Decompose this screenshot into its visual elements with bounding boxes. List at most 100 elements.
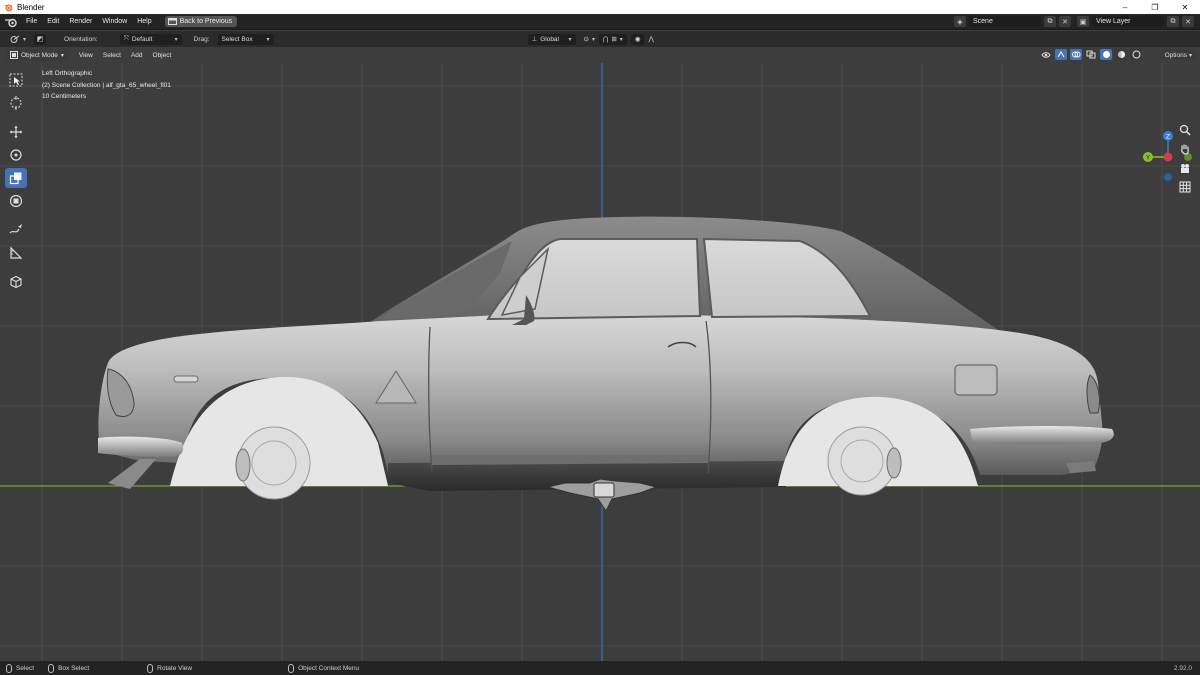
blender-menu-icon[interactable]	[4, 16, 18, 28]
xray-toggle-icon[interactable]	[1085, 49, 1097, 60]
proportional-edit-icon: ◉	[634, 36, 641, 43]
3d-viewport[interactable]: Left Orthographic (2) Scene Collection |…	[0, 63, 1200, 661]
zoom-icon[interactable]	[1178, 123, 1192, 137]
status-select: Select	[6, 663, 35, 673]
close-button[interactable]: ✕	[1170, 0, 1200, 14]
top-menu-bar: File Edit Render Window Help Back to Pre…	[0, 14, 1200, 30]
rear-wheel-disc	[827, 426, 897, 496]
differential-part	[593, 482, 615, 498]
status-context-menu: Object Context Menu	[288, 663, 360, 673]
perspective-grid-icon[interactable]	[1178, 180, 1192, 194]
window-title: Blender	[17, 2, 45, 12]
orientation-value: Default	[131, 35, 153, 43]
select-box-tool[interactable]	[5, 70, 27, 90]
material-shading-icon[interactable]	[1115, 49, 1127, 60]
view-layer-icon[interactable]: ▣	[1077, 16, 1089, 27]
screen-icon	[167, 18, 177, 25]
viewport-info-overlay: Left Orthographic (2) Scene Collection |…	[42, 68, 171, 103]
scene-icon[interactable]: ◈	[954, 16, 966, 27]
viewport-shading-controls	[1040, 49, 1142, 60]
menu-add[interactable]: Add	[126, 52, 148, 59]
options-label: Options	[1164, 51, 1187, 59]
back-to-previous-button[interactable]: Back to Previous	[164, 16, 238, 27]
cursor-select-icon	[9, 73, 23, 87]
transform-orientation-value: Global	[540, 35, 559, 43]
menu-view[interactable]: View	[74, 52, 98, 59]
gizmo-neg-z-ball[interactable]	[1164, 173, 1172, 181]
gizmo-z-label: Z	[1166, 133, 1171, 141]
visibility-icon[interactable]	[1040, 49, 1052, 60]
editor-type-dropdown[interactable]: ▾	[6, 34, 30, 45]
add-cube-icon	[10, 275, 22, 289]
viewport-canvas[interactable]	[0, 63, 1200, 661]
falloff-icon: ⋀	[648, 36, 654, 43]
scene-name-field[interactable]: Scene	[969, 16, 1041, 27]
gizmo-x-ball[interactable]	[1163, 152, 1173, 162]
view-name: Left Orthographic	[42, 70, 93, 77]
annotate-pen-icon	[9, 224, 22, 234]
status-rotate-view-label: Rotate View	[157, 664, 193, 672]
move-tool[interactable]	[5, 122, 27, 142]
status-context-menu-label: Object Context Menu	[298, 664, 360, 672]
delete-view-layer-icon[interactable]: ✕	[1182, 16, 1194, 27]
orientation-dropdown[interactable]: ⤧ Default ▾	[119, 33, 182, 45]
proportional-edit-toggle[interactable]: ◉	[630, 33, 645, 45]
delete-scene-icon[interactable]: ✕	[1059, 16, 1071, 27]
pivot-point-dropdown[interactable]: ⊙ ▾	[580, 34, 599, 45]
menu-edit[interactable]: Edit	[42, 18, 64, 25]
camera-icon[interactable]	[1178, 161, 1192, 175]
object-mode-label: Object Mode	[21, 51, 58, 59]
car-model[interactable]	[98, 216, 1114, 512]
annotate-tool[interactable]	[5, 220, 27, 240]
status-bar: Select Box Select Rotate View Object Con…	[0, 661, 1200, 675]
status-select-label: Select	[16, 664, 35, 672]
3d-cursor-icon	[10, 96, 22, 110]
solid-shading-icon[interactable]	[1100, 49, 1112, 60]
fuel-filler-flap	[954, 364, 998, 396]
gizmo-y-label: Y	[1145, 154, 1150, 162]
left-toolbar	[5, 70, 30, 292]
mouse-right-icon	[288, 663, 295, 673]
measure-tool[interactable]	[5, 243, 27, 263]
menu-file[interactable]: File	[21, 18, 42, 25]
rendered-shading-icon[interactable]	[1130, 49, 1142, 60]
object-mode-icon	[10, 51, 18, 59]
front-brake-caliper	[235, 448, 251, 482]
blender-version: 2.92.0	[1173, 664, 1192, 672]
orientation-label: Orientation:	[64, 35, 98, 43]
minimize-button[interactable]: –	[1110, 0, 1140, 14]
options-dropdown[interactable]: Options ▾	[1160, 50, 1196, 60]
menu-object[interactable]: Object	[148, 52, 177, 59]
side-marker-light	[173, 375, 199, 383]
menu-window[interactable]: Window	[97, 18, 132, 25]
tool-settings-header: ▾ ◩ Orientation: ⤧ Default ▾ Drag: Selec…	[0, 31, 1200, 47]
pan-hand-icon[interactable]	[1178, 142, 1192, 156]
drag-dropdown[interactable]: Select Box ▾	[217, 33, 274, 45]
menu-render[interactable]: Render	[64, 18, 97, 25]
scene-selector: ◈ Scene ⧉ ✕	[954, 16, 1071, 27]
status-box-select-label: Box Select	[58, 664, 90, 672]
transform-tool[interactable]	[5, 191, 27, 211]
select-tool-icon[interactable]: ◩	[34, 33, 47, 45]
rotate-tool[interactable]	[5, 145, 27, 165]
viewport-header: Object Mode ▾ View Select Add Object Opt…	[0, 47, 1200, 63]
mouse-drag-icon	[48, 663, 55, 673]
cursor-tool[interactable]	[5, 93, 27, 113]
object-mode-dropdown[interactable]: Object Mode ▾	[6, 49, 68, 61]
overlays-toggle-icon[interactable]	[1070, 49, 1082, 60]
snap-dropdown[interactable]: ⋂ ⊞ ▾	[599, 33, 627, 45]
global-axes-icon: ⊥	[531, 36, 538, 43]
scale-tool[interactable]	[5, 168, 27, 188]
gizmo-toggle-icon[interactable]	[1055, 49, 1067, 60]
view-layer-field[interactable]: View Layer	[1092, 16, 1164, 27]
transform-orientation-dropdown[interactable]: ⊥ Global ▾	[527, 33, 576, 45]
menu-help[interactable]: Help	[132, 18, 156, 25]
menu-select[interactable]: Select	[98, 52, 126, 59]
orientation-icon: ⤧	[123, 35, 129, 42]
falloff-dropdown[interactable]: ⋀	[644, 34, 657, 45]
new-scene-icon[interactable]: ⧉	[1044, 16, 1056, 27]
grid-scale: 10 Centimeters	[42, 93, 87, 100]
add-cube-tool[interactable]	[5, 272, 27, 292]
maximize-button[interactable]: ❐	[1140, 0, 1170, 14]
new-view-layer-icon[interactable]: ⧉	[1167, 16, 1179, 27]
